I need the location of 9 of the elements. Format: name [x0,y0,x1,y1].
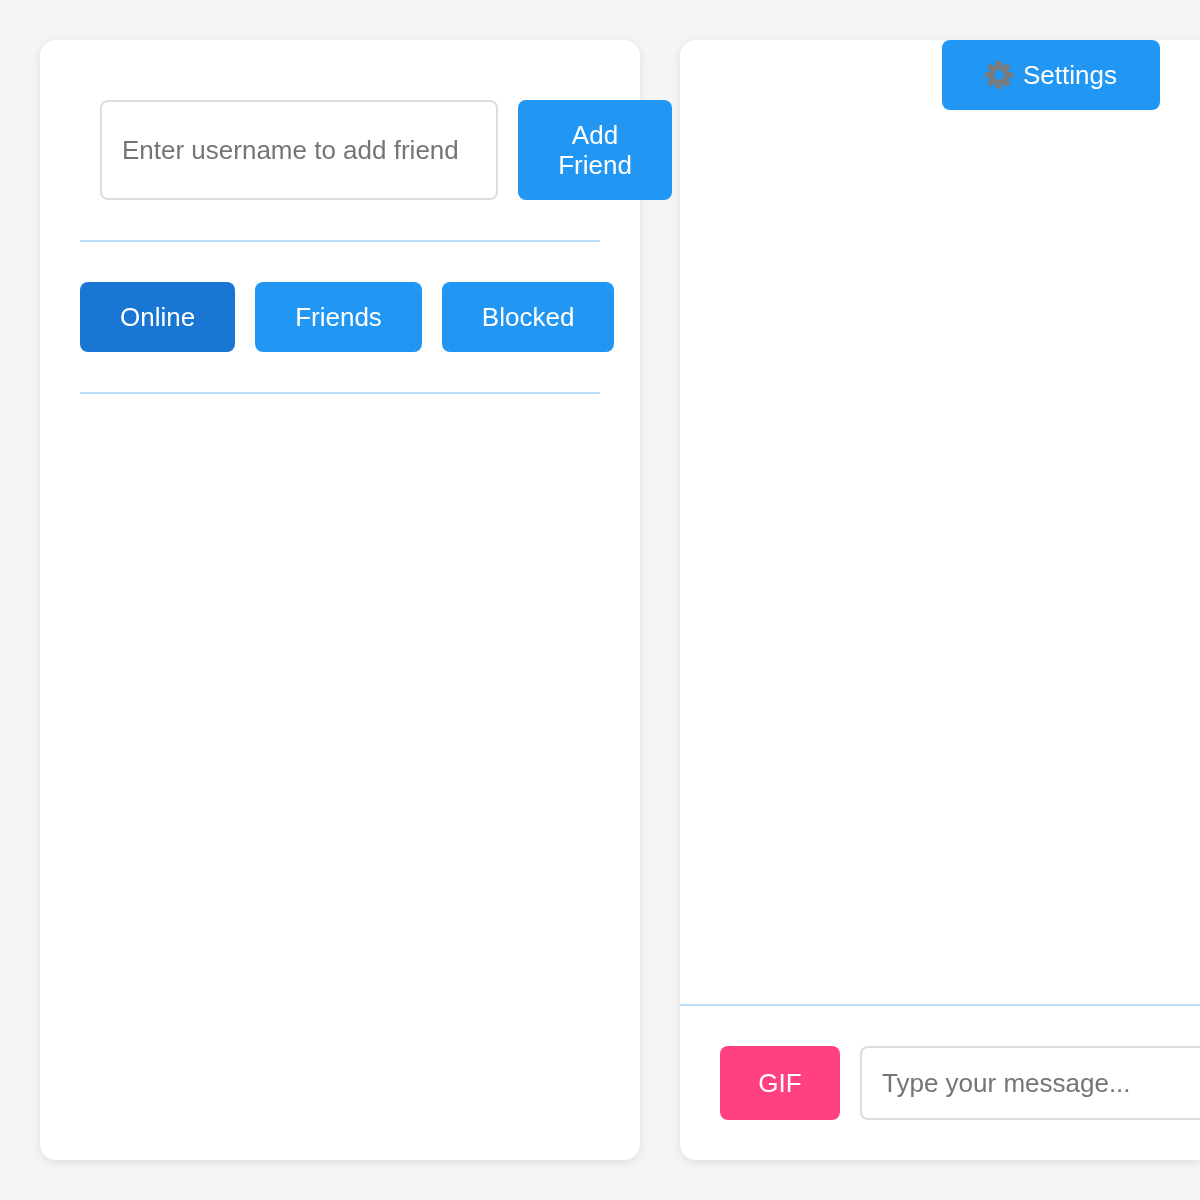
tab[interactable]: Friends [255,282,422,352]
settings-icon [985,61,1013,89]
tab[interactable]: Blocked [441,282,615,352]
add-friend-button[interactable]: Add Friend [518,100,672,200]
gif-button[interactable]: GIF [720,1046,840,1120]
settings-button[interactable]: Settings [942,40,1160,110]
message-input[interactable]: Type your message... [860,1046,1200,1120]
tab[interactable]: Online [80,282,236,352]
username-input[interactable]: Enter username to add friend [100,100,498,200]
